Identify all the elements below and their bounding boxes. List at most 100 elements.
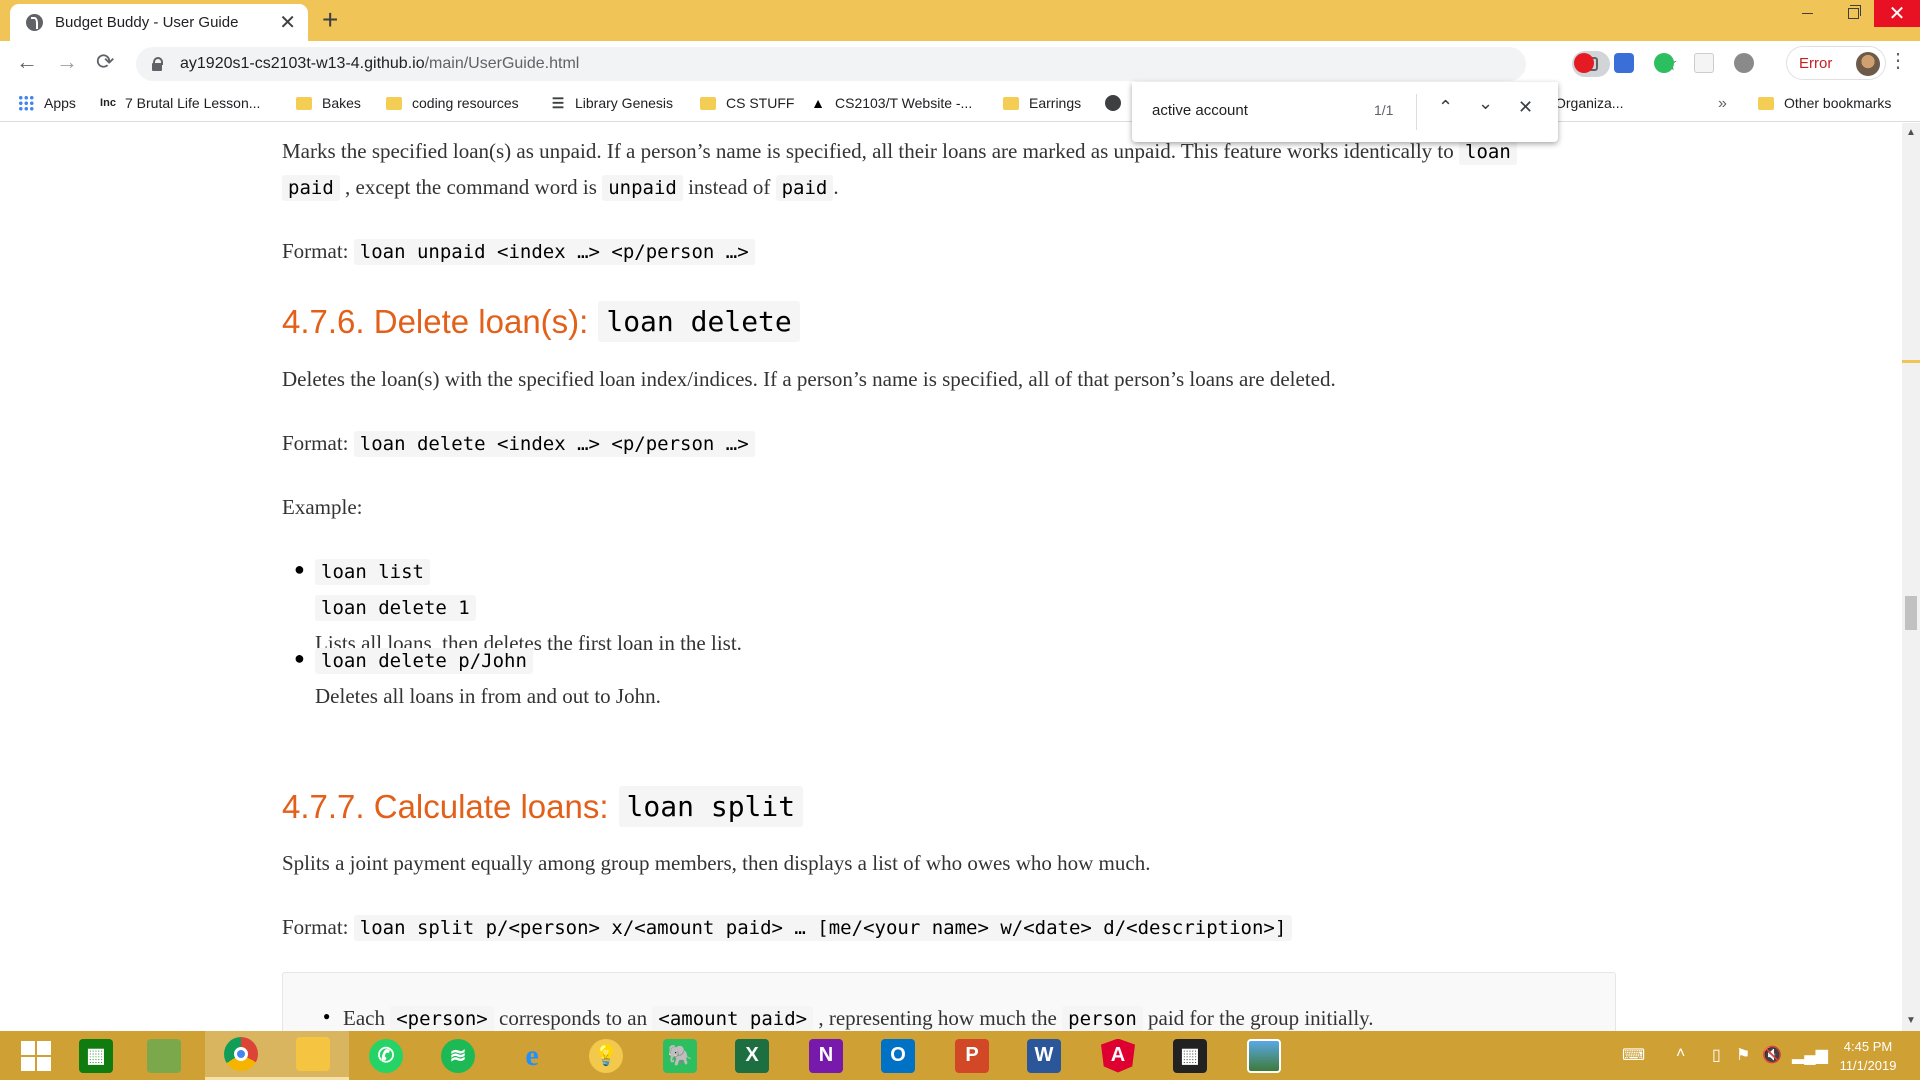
taskbar-file-explorer[interactable] [277,1031,349,1080]
taskbar-whatsapp[interactable]: ✆ [350,1031,422,1080]
inline-code: <amount paid> [652,1006,814,1031]
bookmark-organiza[interactable]: Organiza... [1555,95,1623,111]
taskbar-store[interactable]: ▦ [60,1031,132,1080]
reload-button[interactable]: ⟳ [96,51,114,73]
taskbar-evernote[interactable]: 🐘 [644,1031,716,1080]
find-input[interactable]: active account [1152,102,1248,119]
chrome-menu-icon[interactable]: ⋮ [1888,51,1908,71]
angular-icon: A [1101,1038,1135,1073]
taskbar-spotify[interactable]: ≋ [422,1031,494,1080]
restore-button[interactable] [1830,0,1876,27]
example-1-command-1: loan list [315,553,430,590]
clock-date: 11/1/2019 [1839,1058,1897,1073]
bookmark-earrings[interactable]: Earrings [1003,95,1081,111]
taskbar-tips[interactable]: 💡 [570,1031,642,1080]
folder-icon [296,1037,330,1071]
word-icon: W [1027,1038,1061,1073]
new-tab-button[interactable]: + [322,6,338,34]
heading-calculate-loans: 4.7.7. Calculate loans: loan split [282,786,804,827]
scroll-up-icon[interactable]: ▲ [1906,127,1916,138]
inline-code: paid [282,175,340,201]
folder-icon [1003,96,1019,110]
bookmark-coding-resources[interactable]: coding resources [386,95,519,111]
bookmark-cs2103t-website[interactable]: ▲ CS2103/T Website -... [810,95,972,111]
forward-button[interactable]: → [56,51,78,73]
browser-tab[interactable]: Budget Buddy - User Guide ✕ [10,4,308,41]
opera-extension-icon[interactable] [1574,53,1594,73]
minimize-button[interactable] [1784,0,1830,27]
find-previous-button[interactable]: ⌃ [1438,98,1453,116]
text: corresponds to an [499,1006,648,1030]
bookmark-brutal-life-lessons[interactable]: Inc 7 Brutal Life Lesson... [100,95,260,111]
bookmarks-overflow-button[interactable]: » [1718,95,1727,113]
taskbar-photos[interactable] [1228,1031,1300,1080]
taskbar-outlook[interactable]: O [862,1031,934,1080]
taskbar-internet-explorer[interactable]: e [496,1031,568,1080]
tray-expand-icon[interactable]: ˄ [1676,1045,1685,1063]
page-scrollbar[interactable]: ▲ ▼ [1902,123,1920,1031]
inline-code: loan delete p/John [315,648,533,674]
scrollbar-thumb[interactable] [1905,596,1917,630]
internet-explorer-icon: e [525,1038,539,1072]
clock-time: 4:45 PM [1843,1039,1893,1054]
powerpoint-icon: P [955,1038,989,1073]
profile-error-button[interactable]: Error [1786,46,1886,80]
taskbar-chrome[interactable] [205,1031,277,1080]
folder-icon [296,96,312,110]
find-divider [1416,94,1417,130]
volume-icon[interactable]: 🔇 [1762,1045,1782,1065]
browser-toolbar: ← → ⟳ ay1920s1-cs2103t-w13-4.github.io/m… [0,41,1920,87]
bookmark-bakes[interactable]: Bakes [296,95,361,111]
tab-close-icon[interactable]: ✕ [279,13,296,33]
extension-icon[interactable] [1734,53,1754,73]
back-button[interactable]: ← [16,51,38,73]
taskbar-excel[interactable]: X [716,1031,788,1080]
taskbar-onenote[interactable]: N [790,1031,862,1080]
format-label: Format: [282,915,349,939]
scroll-down-icon[interactable]: ▼ [1906,1015,1916,1026]
graduation-cap-icon: ▲ [811,95,825,111]
address-bar[interactable]: ay1920s1-cs2103t-w13-4.github.io/main/Us… [136,47,1678,81]
format-label: Format: [282,431,349,455]
text: . [833,175,839,199]
bookmark-other-bookmarks[interactable]: Other bookmarks [1758,95,1891,111]
delete-description: Deletes the loan(s) with the specified l… [282,361,1336,397]
text: Each [343,1006,385,1030]
meet-extension-icon[interactable] [1614,53,1634,73]
page-viewport: Marks the specified loan(s) as unpaid. I… [0,123,1902,1031]
battery-icon[interactable]: ▯ [1712,1045,1721,1065]
taskbar-word[interactable]: W [1008,1031,1080,1080]
calendar-extension-icon[interactable] [1694,53,1714,73]
bookmark-cs-stuff[interactable]: CS STUFF [700,95,794,111]
url-text: ay1920s1-cs2103t-w13-4.github.io/main/Us… [180,55,579,73]
note-item: Each <person> corresponds to an <amount … [343,1000,1374,1031]
store-icon: ▦ [79,1038,113,1073]
inline-code: loan [1459,139,1517,165]
keyboard-icon[interactable]: ⌨ [1622,1045,1645,1065]
bookmark-globe[interactable] [1105,95,1130,111]
inline-code: loan delete 1 [315,595,476,621]
taskbar-app[interactable] [128,1031,200,1080]
network-icon[interactable]: ⚑ [1736,1045,1750,1065]
tab-strip: Budget Buddy - User Guide ✕ + ✕ [0,0,1920,41]
window-close-button[interactable]: ✕ [1874,0,1920,27]
taskbar-powerpoint[interactable]: P [936,1031,1008,1080]
bookmark-library-genesis[interactable]: ☰ Library Genesis [550,95,673,112]
wifi-icon[interactable]: ▂▄▆ [1792,1045,1828,1065]
taskbar-calendar[interactable]: ▦ [1154,1031,1226,1080]
clock[interactable]: 4:45 PM 11/1/2019 [1828,1037,1908,1075]
example-2-description: Deletes all loans in from and out to Joh… [315,684,661,708]
evernote-extension-icon[interactable] [1654,53,1674,73]
photos-icon [1247,1038,1281,1073]
text: Marks the specified loan(s) as unpaid. I… [282,139,1454,163]
bookmark-apps[interactable]: Apps [18,95,76,111]
find-next-button[interactable]: ⌄ [1478,94,1493,112]
folder-icon [386,96,402,110]
outlook-icon: O [881,1038,915,1073]
bullet-icon: ● [294,648,305,668]
find-close-button[interactable]: ✕ [1518,98,1533,116]
example-label: Example: [282,495,363,519]
heading-text: 4.7.6. Delete loan(s): [282,302,589,340]
format-code: loan split p/<person> x/<amount paid> … … [353,915,1293,941]
taskbar-angular[interactable]: A [1082,1031,1154,1080]
